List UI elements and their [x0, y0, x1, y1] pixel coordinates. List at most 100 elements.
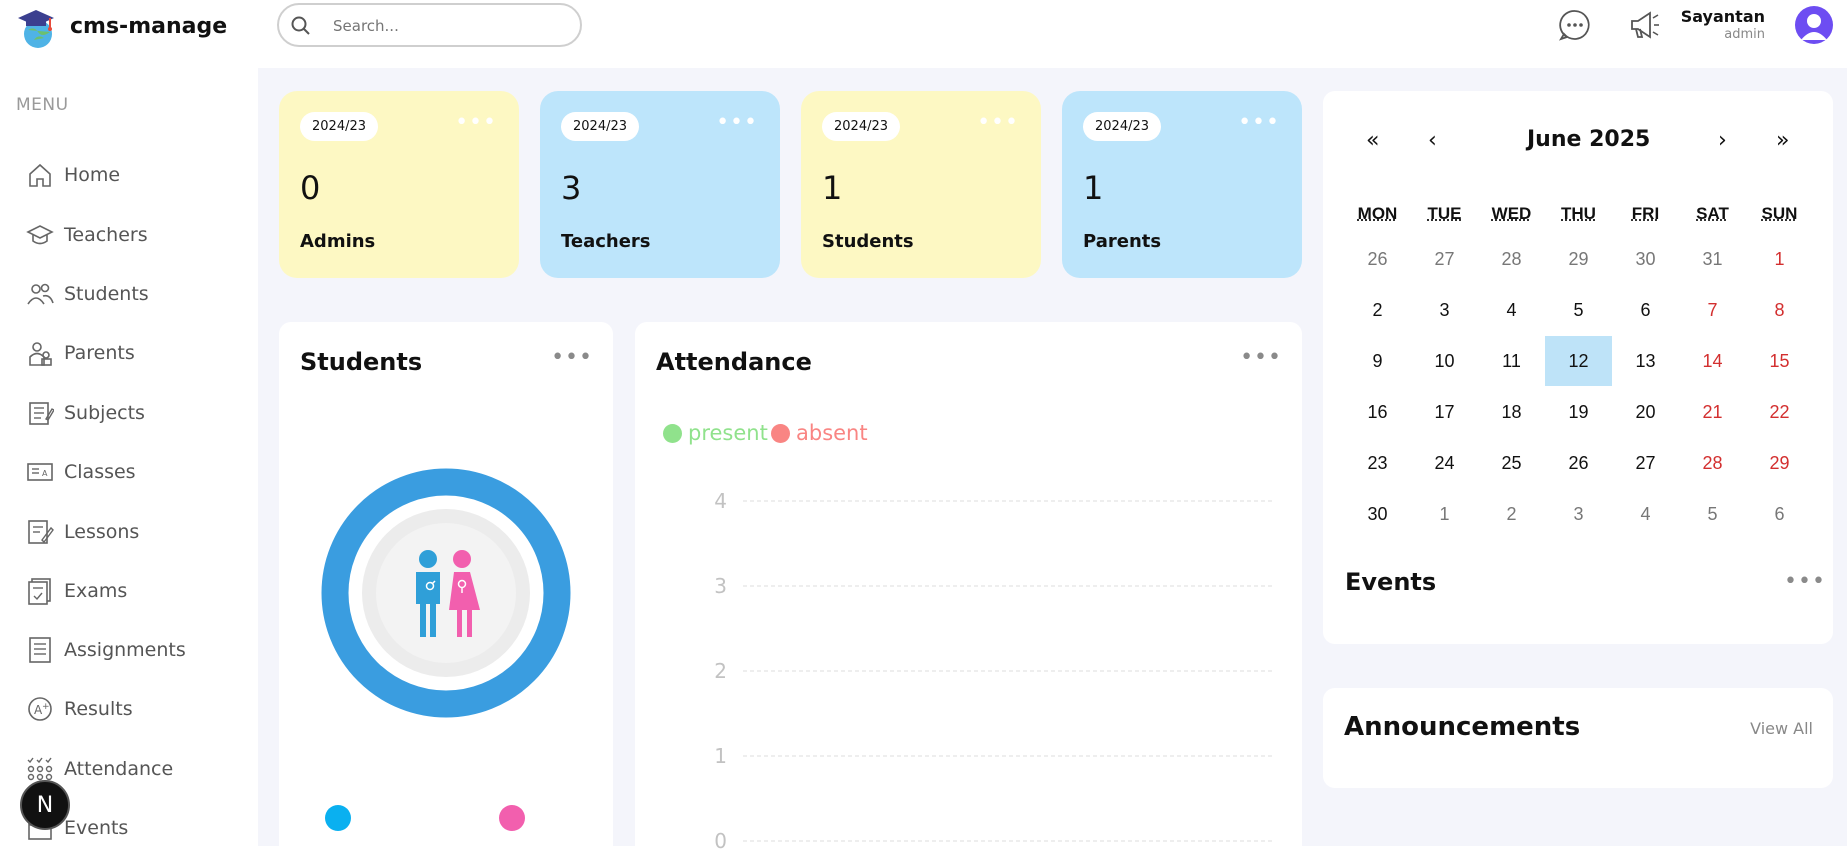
y-tick-label: 4: [714, 489, 727, 513]
sidebar-item-assignments[interactable]: Assignments: [26, 634, 186, 666]
calendar-day[interactable]: 30: [1612, 234, 1679, 284]
attendance-chart: 4 3 2 1 0: [714, 489, 1275, 853]
calendar-day[interactable]: 15: [1746, 336, 1813, 386]
more-icon[interactable]: •••: [455, 112, 497, 134]
sidebar-item-label: Teachers: [64, 224, 148, 246]
calendar-day[interactable]: 2: [1478, 489, 1545, 539]
sidebar-item-home[interactable]: Home: [26, 159, 120, 191]
search-input[interactable]: [331, 13, 555, 39]
sidebar-item-teachers[interactable]: Teachers: [26, 219, 148, 251]
calendar-day[interactable]: 8: [1746, 285, 1813, 335]
calendar-day[interactable]: 7: [1679, 285, 1746, 335]
search-box[interactable]: [277, 3, 582, 47]
user-name: Sayantan: [1680, 7, 1765, 26]
more-icon[interactable]: •••: [551, 347, 593, 369]
calendar-day[interactable]: 18: [1478, 387, 1545, 437]
calendar-day[interactable]: 20: [1612, 387, 1679, 437]
calendar-prev-button[interactable]: ‹: [1428, 128, 1437, 153]
calendar-day[interactable]: 28: [1679, 438, 1746, 488]
more-icon[interactable]: •••: [1784, 571, 1826, 593]
calendar-day[interactable]: 5: [1679, 489, 1746, 539]
calendar-day[interactable]: 12: [1545, 336, 1612, 386]
dev-badge[interactable]: N: [20, 780, 70, 830]
announcements-panel: Announcements View All: [1323, 688, 1833, 788]
y-tick-label: 2: [714, 659, 727, 683]
megaphone-icon[interactable]: [1628, 8, 1662, 42]
calendar-next-button[interactable]: ›: [1718, 128, 1727, 153]
calendar-day[interactable]: 13: [1612, 336, 1679, 386]
calendar-day[interactable]: 27: [1612, 438, 1679, 488]
more-icon[interactable]: •••: [977, 112, 1019, 134]
sidebar-item-label: Assignments: [64, 639, 186, 661]
more-icon[interactable]: •••: [716, 112, 758, 134]
sidebar-item-label: Results: [64, 698, 133, 720]
stat-card-parents[interactable]: 2024/23 ••• 1 Parents: [1062, 91, 1302, 278]
calendar-title[interactable]: June 2025: [1527, 127, 1650, 152]
calendar-day[interactable]: 28: [1478, 234, 1545, 284]
sidebar-item-label: Attendance: [64, 758, 174, 780]
calendar-day[interactable]: 21: [1679, 387, 1746, 437]
sidebar-item-results[interactable]: A + Results: [26, 693, 133, 725]
calendar-weekday-header: WED: [1491, 204, 1532, 223]
calendar-day[interactable]: 3: [1545, 489, 1612, 539]
year-pill: 2024/23: [561, 112, 640, 141]
calendar-day[interactable]: 11: [1478, 336, 1545, 386]
chat-icon[interactable]: [1558, 8, 1592, 42]
sidebar-item-label: Students: [64, 283, 149, 305]
calendar-day[interactable]: 19: [1545, 387, 1612, 437]
sidebar-item-exams[interactable]: Exams: [26, 575, 127, 607]
brand-name[interactable]: cms-manage: [70, 14, 227, 39]
stat-label: Admins: [300, 231, 376, 252]
calendar-day[interactable]: 9: [1344, 336, 1411, 386]
calendar-day[interactable]: 17: [1411, 387, 1478, 437]
calendar-day[interactable]: 6: [1612, 285, 1679, 335]
calendar-day[interactable]: 27: [1411, 234, 1478, 284]
calendar-day[interactable]: 22: [1746, 387, 1813, 437]
stat-count: 1: [1083, 169, 1104, 207]
calendar-day[interactable]: 6: [1746, 489, 1813, 539]
calendar-day[interactable]: 4: [1478, 285, 1545, 335]
calendar-weekday-header: THU: [1561, 204, 1596, 223]
calendar-day[interactable]: 14: [1679, 336, 1746, 386]
sidebar-item-label: Lessons: [64, 521, 140, 543]
calendar-day[interactable]: 24: [1411, 438, 1478, 488]
calendar-day[interactable]: 26: [1545, 438, 1612, 488]
calendar-day[interactable]: 5: [1545, 285, 1612, 335]
calendar-day[interactable]: 16: [1344, 387, 1411, 437]
view-all-link[interactable]: View All: [1750, 719, 1813, 738]
calendar-weekday-header: FRI: [1631, 204, 1660, 223]
calendar-last-button[interactable]: »: [1776, 128, 1789, 153]
calendar-day[interactable]: 3: [1411, 285, 1478, 335]
sidebar-item-students[interactable]: Students: [26, 278, 149, 310]
calendar-day[interactable]: 10: [1411, 336, 1478, 386]
calendar-weekday-header: SAT: [1696, 204, 1729, 223]
year-pill: 2024/23: [822, 112, 901, 141]
calendar-day[interactable]: 4: [1612, 489, 1679, 539]
calendar-day[interactable]: 1: [1411, 489, 1478, 539]
more-icon[interactable]: •••: [1238, 112, 1280, 134]
users-icon: [27, 283, 54, 305]
sidebar-item-classes[interactable]: A Classes: [26, 456, 136, 488]
stat-card-admins[interactable]: 2024/23 ••• 0 Admins: [279, 91, 519, 278]
calendar-day[interactable]: 30: [1344, 489, 1411, 539]
calendar-weekday-header: SUN: [1761, 204, 1798, 223]
y-tick-label: 1: [714, 744, 727, 768]
calendar-first-button[interactable]: «: [1366, 128, 1379, 153]
subjects-icon: [29, 402, 54, 425]
sidebar-item-subjects[interactable]: Subjects: [26, 397, 145, 429]
calendar-day[interactable]: 31: [1679, 234, 1746, 284]
sidebar-item-label: Classes: [64, 461, 136, 483]
calendar-day[interactable]: 2: [1344, 285, 1411, 335]
attendance-panel: Attendance ••• present absent 43210: [635, 322, 1302, 862]
calendar-day[interactable]: 23: [1344, 438, 1411, 488]
calendar-day[interactable]: 25: [1478, 438, 1545, 488]
sidebar-item-lessons[interactable]: Lessons: [26, 516, 139, 548]
stat-card-teachers[interactable]: 2024/23 ••• 3 Teachers: [540, 91, 780, 278]
stat-card-students[interactable]: 2024/23 ••• 1 Students: [801, 91, 1041, 278]
calendar-day[interactable]: 29: [1545, 234, 1612, 284]
sidebar-item-parents[interactable]: Parents: [26, 337, 135, 369]
calendar-day[interactable]: 26: [1344, 234, 1411, 284]
avatar[interactable]: [1795, 6, 1833, 44]
calendar-day[interactable]: 29: [1746, 438, 1813, 488]
calendar-day[interactable]: 1: [1746, 234, 1813, 284]
